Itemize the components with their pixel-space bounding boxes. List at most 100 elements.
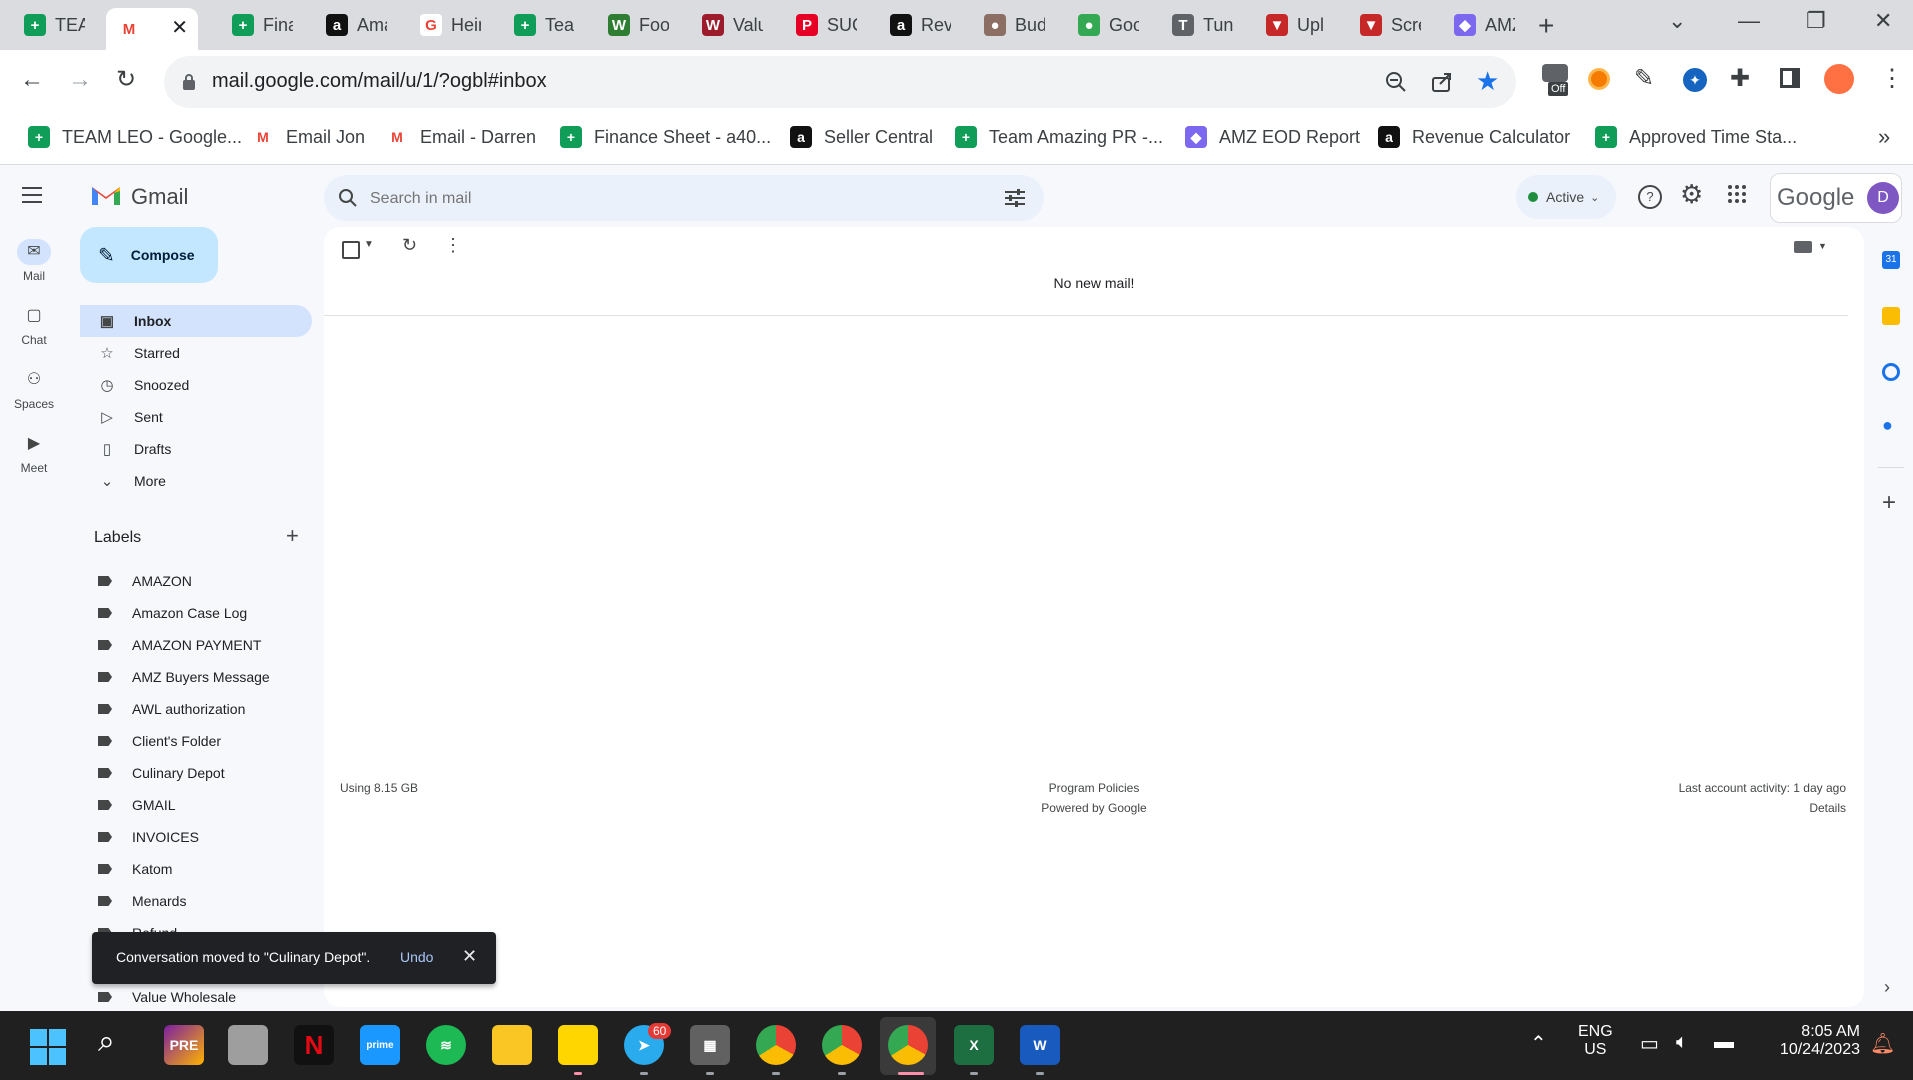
label-item[interactable]: Client's Folder xyxy=(80,725,312,757)
search-input[interactable] xyxy=(368,175,972,223)
tab-bud[interactable]: ● Bud xyxy=(972,8,1066,42)
battery-icon[interactable]: ▬ xyxy=(1714,1031,1734,1054)
tab-reve[interactable]: a Reve xyxy=(878,8,972,42)
details-link[interactable]: Details xyxy=(1809,801,1846,815)
restore-icon[interactable]: ❐ xyxy=(1806,8,1826,34)
search-taskbar-icon[interactable]: ⌕ xyxy=(98,1025,115,1059)
bookmark-revenue-calculator[interactable]: a Revenue Calculator xyxy=(1378,126,1570,148)
tab-goo[interactable]: ● Goo xyxy=(1066,8,1160,42)
tab-value[interactable]: W Value xyxy=(690,8,784,42)
refresh-icon[interactable]: ↻ xyxy=(402,235,417,256)
rail-chat[interactable]: ▢ Chat xyxy=(0,303,68,347)
share-icon[interactable] xyxy=(1430,70,1454,94)
keep-icon[interactable] xyxy=(1882,307,1900,325)
bookmark-amz-eod-report[interactable]: ◆ AMZ EOD Report xyxy=(1185,126,1360,148)
label-item[interactable]: AMZ Buyers Message xyxy=(80,661,312,693)
label-item[interactable]: AMAZON PAYMENT xyxy=(80,629,312,661)
undo-button[interactable]: Undo xyxy=(400,949,433,965)
more-options-icon[interactable]: ⋮ xyxy=(444,235,462,256)
bookmark-finance-sheet-a40[interactable]: + Finance Sheet - a40... xyxy=(560,126,771,148)
label-item[interactable]: Menards xyxy=(80,885,312,917)
sticky-notes-icon[interactable] xyxy=(558,1025,598,1065)
zoom-icon[interactable] xyxy=(1384,70,1408,94)
network-icon[interactable]: ▭ xyxy=(1640,1031,1659,1056)
label-item[interactable]: Katom xyxy=(80,853,312,885)
bookmark-email-jon[interactable]: M Email Jon xyxy=(252,126,365,148)
close-tab-icon[interactable]: ✕ xyxy=(171,15,188,40)
notification-bell-icon[interactable]: 🔔︎ xyxy=(1870,1031,1895,1056)
label-item[interactable]: AWL authorization xyxy=(80,693,312,725)
tasks-icon[interactable] xyxy=(1882,363,1900,381)
nav-item-drafts[interactable]: ▯ Drafts xyxy=(80,433,312,465)
get-addons-plus-icon[interactable]: + xyxy=(1882,489,1896,517)
keyboard-icon[interactable] xyxy=(1794,241,1812,253)
main-menu-icon[interactable] xyxy=(22,187,42,203)
volume-icon[interactable]: 🔈︎ xyxy=(1676,1031,1688,1054)
language-indicator[interactable]: ENG US xyxy=(1578,1023,1613,1059)
task-view-icon[interactable] xyxy=(228,1025,268,1065)
tab-inbox[interactable]: M ✕ xyxy=(106,8,198,50)
search-icon[interactable] xyxy=(338,188,358,208)
bookmark-team-leo-google[interactable]: + TEAM LEO - Google... xyxy=(28,126,242,148)
calendar-icon[interactable]: 31 xyxy=(1882,251,1900,269)
show-hidden-icons-chevron-icon[interactable]: ⌃ xyxy=(1530,1031,1547,1056)
contacts-icon[interactable]: ● xyxy=(1882,415,1893,436)
address-bar[interactable]: mail.google.com/mail/u/1/?ogbl#inbox ★ xyxy=(164,56,1516,108)
tab-search-icon[interactable]: ⌄ xyxy=(1668,8,1686,34)
rail-meet[interactable]: ▶ Meet xyxy=(0,431,68,475)
search-options-icon[interactable] xyxy=(1004,188,1026,208)
netflix-icon[interactable]: N xyxy=(294,1025,334,1065)
tab-finance[interactable]: + Finance xyxy=(220,8,314,42)
minimize-icon[interactable]: — xyxy=(1738,8,1760,34)
program-policies-link[interactable]: Program Policies xyxy=(324,781,1864,795)
excel-icon[interactable]: X xyxy=(954,1025,994,1065)
calculator-icon[interactable]: ▦ xyxy=(690,1025,730,1065)
tab-food[interactable]: W Food xyxy=(596,8,690,42)
tab-amz[interactable]: ◆ AMZ xyxy=(1442,8,1536,42)
spotify-icon[interactable]: ≋ xyxy=(426,1025,466,1065)
close-window-icon[interactable]: ✕ xyxy=(1874,8,1892,34)
extension-network-icon[interactable]: ✦ xyxy=(1683,68,1707,92)
label-item[interactable]: INVOICES xyxy=(80,821,312,853)
tab-amazon[interactable]: a Amazon xyxy=(314,8,408,42)
back-icon[interactable]: ← xyxy=(20,66,44,94)
tab-team[interactable]: + Team xyxy=(502,8,596,42)
nav-item-inbox[interactable]: ▣ Inbox xyxy=(80,305,312,337)
select-dropdown-icon[interactable]: ▼ xyxy=(364,239,374,250)
bookmark-approved-time-sta[interactable]: + Approved Time Sta... xyxy=(1595,126,1797,148)
browser-menu-icon[interactable]: ⋮ xyxy=(1880,64,1904,93)
word-icon[interactable]: W xyxy=(1020,1025,1060,1065)
file-explorer-icon[interactable] xyxy=(492,1025,532,1065)
new-tab-button[interactable]: + xyxy=(1538,10,1554,42)
label-item[interactable]: Amazon Case Log xyxy=(80,597,312,629)
nav-item-sent[interactable]: ▷ Sent xyxy=(80,401,312,433)
input-tools-dropdown-icon[interactable]: ▼ xyxy=(1818,241,1827,251)
tab-sug[interactable]: P SUG xyxy=(784,8,878,42)
extensions-puzzle-icon[interactable]: ✚ xyxy=(1730,64,1750,93)
search-bar[interactable] xyxy=(324,175,1044,223)
windows-start-icon[interactable] xyxy=(30,1029,66,1065)
nav-item-snoozed[interactable]: ◷ Snoozed xyxy=(80,369,312,401)
tab-scre[interactable]: ▼ Scre xyxy=(1348,8,1442,42)
avatar[interactable]: D xyxy=(1867,182,1899,214)
status-button[interactable]: Active ⌄ xyxy=(1516,175,1616,219)
tab-heinz[interactable]: G Heinz xyxy=(408,8,502,42)
help-icon[interactable]: ? xyxy=(1638,185,1662,209)
extension-pen-icon[interactable]: ✎ xyxy=(1634,64,1654,93)
label-item[interactable]: Culinary Depot xyxy=(80,757,312,789)
tab-upl[interactable]: ▼ Upl xyxy=(1254,8,1348,42)
bookmark-seller-central[interactable]: a Seller Central xyxy=(790,126,933,148)
chrome-icon[interactable] xyxy=(756,1025,796,1065)
label-item[interactable]: Value Wholesale xyxy=(80,981,312,1011)
label-item[interactable]: AMAZON xyxy=(80,565,312,597)
clock[interactable]: 8:05 AM 10/24/2023 xyxy=(1762,1023,1860,1059)
tab-team-leo[interactable]: + TEAM LEO xyxy=(12,8,106,42)
rail-mail[interactable]: ✉ Mail xyxy=(0,239,68,283)
account-switcher[interactable]: Google D xyxy=(1770,173,1902,223)
apps-grid-icon[interactable] xyxy=(1728,185,1746,203)
prime-video-icon[interactable]: prime xyxy=(360,1025,400,1065)
bookmark-email-darren[interactable]: M Email - Darren xyxy=(386,126,536,148)
bookmark-star-icon[interactable]: ★ xyxy=(1476,66,1499,97)
rail-spaces[interactable]: ⚇ Spaces xyxy=(0,367,68,411)
url-text[interactable]: mail.google.com/mail/u/1/?ogbl#inbox xyxy=(212,70,547,93)
